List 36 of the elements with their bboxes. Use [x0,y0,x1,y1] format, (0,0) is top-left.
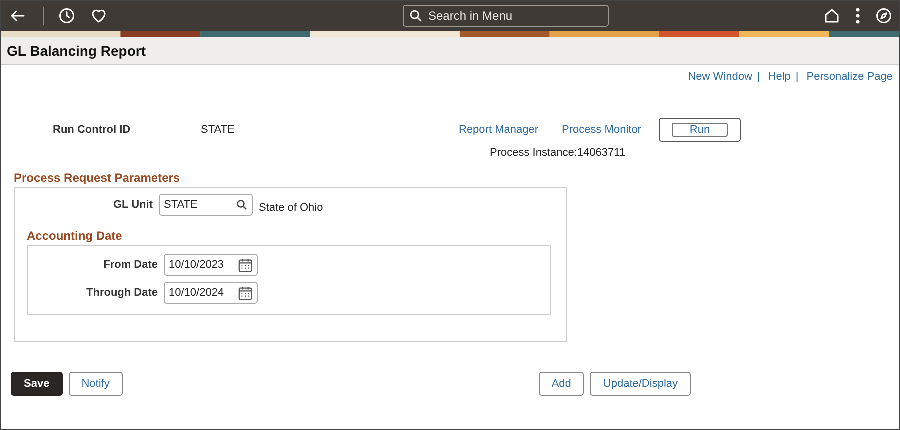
field-label: Run Control ID [53,124,132,136]
field-label: Through Date [86,287,158,299]
action-button[interactable]: Notify [68,372,123,396]
gl-unit-box[interactable]: STATE [159,194,253,216]
link-separator: | [757,71,760,85]
search-icon[interactable] [236,199,248,211]
header-link[interactable]: New Window [688,71,752,87]
section-title: Accounting Date [27,229,124,243]
home-icon[interactable] [823,7,841,25]
action-button[interactable]: Update/Display [590,372,691,396]
header-link[interactable]: Personalize Page [806,71,893,87]
calendar-icon[interactable] [238,258,253,272]
more-icon[interactable] [855,7,861,25]
link-separator: | [796,71,799,85]
compass-icon[interactable] [875,7,893,25]
process-link[interactable]: Process Monitor [562,124,659,136]
search-box[interactable]: Search in Menu [402,5,608,27]
action-button[interactable]: Add [538,372,584,396]
heart-icon[interactable] [90,7,108,25]
search-field[interactable]: Search in Menu [426,8,596,24]
process-instance: Process Instance:14063711 [489,146,627,161]
header-link[interactable]: Help [768,71,791,87]
page-title: GL Balancing Report [7,42,146,58]
date-box[interactable]: 10/10/2024 [164,282,258,304]
section-title: Process Request Parameters [14,171,182,185]
field-label: GL Unit [112,199,153,211]
run-button[interactable]: Run [672,122,728,136]
search-icon [408,9,422,23]
run-control-value: STATE [201,124,236,136]
clock-icon[interactable] [58,7,76,25]
process-link[interactable]: Report Manager [459,124,562,136]
field-label: From Date [102,259,158,271]
unit-description: State of Ohio [259,202,324,214]
date-box[interactable]: 10/10/2023 [164,254,258,276]
save-button[interactable]: Save [11,372,63,396]
calendar-icon[interactable] [238,286,253,300]
